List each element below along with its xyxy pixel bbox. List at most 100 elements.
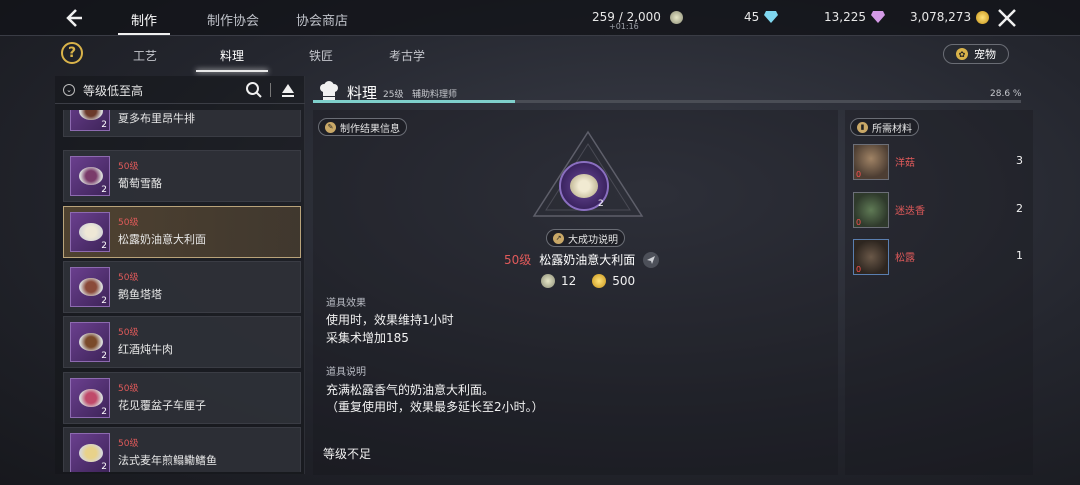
recipe-list-item[interactable]: 2 50级葡萄雪酪: [63, 150, 301, 202]
materials-title-label: 所需材料: [872, 123, 912, 135]
recipe-level: 50级: [118, 273, 139, 283]
crystal-icon: [764, 11, 779, 23]
effect-title: 道具效果: [326, 298, 366, 309]
gold-value: 3,078,273: [910, 10, 972, 24]
recipe-level: 50级: [118, 162, 139, 172]
recipe-list-item[interactable]: 2 50级 红酒炖牛肉: [63, 316, 301, 368]
help-button[interactable]: ?: [61, 42, 83, 64]
description-line-1: 充满松露香气的奶油意大利面。: [326, 383, 495, 397]
material-owned: 0: [856, 218, 862, 227]
effect-line-2: 采集术增加185: [326, 331, 409, 345]
material-row[interactable]: 0 松露 1: [853, 239, 1029, 279]
result-info-label: 制作结果信息: [340, 123, 400, 135]
energy-timer: +01:16: [609, 22, 639, 31]
tab-cooking[interactable]: 料理: [220, 47, 244, 64]
search-icon[interactable]: [245, 81, 263, 99]
result-info-button[interactable]: ✎ 制作结果信息: [318, 118, 407, 136]
recipe-level: 50级: [118, 384, 139, 394]
result-dish-count: 2: [598, 199, 604, 209]
materials-icon: ▮: [857, 121, 868, 133]
fish-dish-icon: 2: [70, 433, 110, 472]
sort-direction-icon[interactable]: [281, 82, 295, 98]
recipe-name: 葡萄雪酪: [118, 177, 162, 190]
recipe-name: 鹅鱼塔塔: [118, 288, 162, 301]
pheon-icon: [871, 11, 885, 23]
grape-sorbet-icon: 2: [70, 156, 110, 196]
beef-stew-icon: 2: [70, 322, 110, 362]
recipe-count: 2: [101, 407, 107, 417]
crystal-display: 45: [744, 10, 779, 24]
info-icon: ✎: [325, 121, 336, 133]
recipe-level: 50级: [118, 218, 139, 228]
pet-button[interactable]: ✿ 宠物: [943, 44, 1009, 64]
great-success-label: 大成功说明: [568, 234, 618, 246]
recipe-list[interactable]: 250级夏多布里昂牛排250级葡萄雪酪250级松露奶油意大利面250级鹅鱼塔塔2…: [63, 110, 301, 472]
recipe-list-item[interactable]: 250级夏多布里昂牛排: [63, 110, 301, 137]
tab-blacksmith[interactable]: 铁匠: [309, 47, 333, 64]
level-warning: 等级不足: [323, 447, 372, 461]
material-owned: 0: [856, 170, 862, 179]
material-owned: 0: [856, 265, 862, 274]
gold-display: 3,078,273: [910, 10, 990, 24]
back-arrow-icon[interactable]: [58, 5, 88, 31]
mushroom-icon: 0: [853, 144, 889, 180]
chevron-down-icon[interactable]: ⌄: [63, 84, 75, 96]
recipe-name: 松露奶油意大利面: [118, 233, 206, 246]
material-row[interactable]: 0 洋菇 3: [853, 144, 1029, 184]
material-row[interactable]: 0 迷迭香 2: [853, 192, 1029, 232]
result-level: 50级: [504, 253, 532, 267]
great-success-button[interactable]: ↗ 大成功说明: [546, 229, 625, 247]
energy-cost-icon: [541, 274, 555, 288]
result-name: 松露奶油意大利面: [539, 253, 636, 267]
sort-dropdown[interactable]: 等级低至高: [83, 82, 143, 99]
trend-up-icon: ↗: [553, 232, 564, 244]
profession-level: 25级: [383, 90, 404, 100]
material-name: 洋菇: [895, 158, 915, 169]
pheon-value: 13,225: [824, 10, 866, 24]
profession-rank: 辅助料理师: [412, 90, 458, 100]
pheon-display: 13,225: [824, 10, 885, 24]
recipe-list-item[interactable]: 2 50级松露奶油意大利面: [63, 206, 301, 258]
share-icon[interactable]: [643, 251, 660, 268]
active-tab-indicator: [118, 33, 170, 35]
header-divider: [270, 83, 271, 97]
pet-button-label: 宠物: [974, 48, 996, 61]
close-icon[interactable]: [994, 6, 1020, 30]
description-line-2: （重复使用时，效果最多延长至2小时。）: [326, 400, 544, 414]
recipe-name: 花见覆盆子车厘子: [118, 399, 206, 412]
gold-coin-icon: [976, 10, 990, 24]
gold-cost-icon: [592, 274, 607, 288]
recipe-count: 2: [101, 185, 107, 195]
tab-guild-shop[interactable]: 协会商店: [296, 10, 348, 29]
tab-craft-guild[interactable]: 制作协会: [207, 10, 259, 29]
recipe-list-item[interactable]: 2 50级花见覆盆子车厘子: [63, 372, 301, 424]
craft-cost: 12 500: [541, 274, 635, 288]
recipe-count: 2: [101, 296, 107, 306]
tab-craft[interactable]: 制作: [131, 10, 157, 29]
tartare-icon: 2: [70, 267, 110, 307]
recipe-list-item[interactable]: 2 50级法式麦年煎鳎鳓鳍鱼: [63, 427, 301, 472]
tab-archaeology[interactable]: 考古学: [389, 47, 425, 64]
chef-hat-icon: [320, 81, 338, 100]
active-subtab-indicator: [196, 70, 268, 72]
tab-handicraft[interactable]: 工艺: [133, 47, 157, 64]
crystal-value: 45: [744, 10, 760, 24]
recipe-count: 2: [101, 462, 107, 472]
paw-icon: ✿: [956, 48, 968, 60]
energy-cost-value: 12: [561, 274, 577, 288]
recipe-level: 50级: [118, 328, 139, 338]
gold-cost-value: 500: [612, 274, 636, 288]
recipe-name: 法式麦年煎鳎鳓鳍鱼: [118, 454, 217, 467]
recipe-list-item[interactable]: 2 50级鹅鱼塔塔: [63, 261, 301, 313]
materials-title: ▮ 所需材料: [850, 118, 919, 136]
recipe-count: 2: [101, 241, 107, 251]
recipe-count: 2: [101, 120, 107, 130]
recipe-name: 夏多布里昂牛排: [118, 112, 195, 125]
recipe-level: 50级: [118, 439, 139, 449]
material-qty: 3: [1016, 154, 1023, 167]
truffle-icon: 0: [853, 239, 889, 275]
profession-progress-fill: [313, 100, 516, 103]
material-qty: 1: [1016, 249, 1023, 262]
raspberry-dessert-icon: 2: [70, 378, 110, 418]
material-name: 迷迭香: [895, 206, 925, 217]
